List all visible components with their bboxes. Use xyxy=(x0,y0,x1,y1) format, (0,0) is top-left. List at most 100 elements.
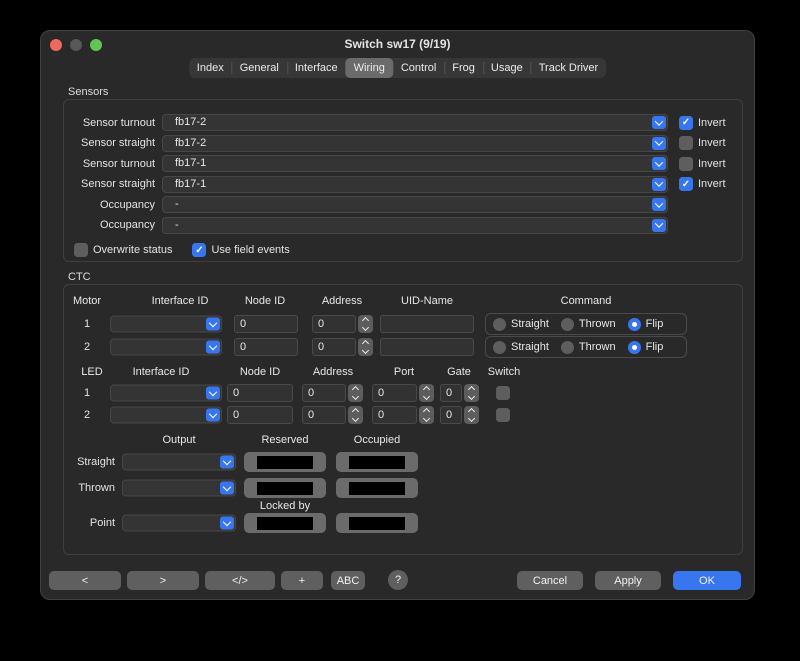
led-address-field[interactable]: 0 xyxy=(302,384,346,402)
overwrite-status-label[interactable]: Overwrite status xyxy=(93,244,172,256)
sensor-turnout-combo[interactable]: fb17-2 xyxy=(162,114,668,131)
motor-address-stepper[interactable] xyxy=(358,338,373,356)
motor-address-field[interactable]: 0 xyxy=(312,315,356,333)
thrown-output-combo[interactable] xyxy=(122,480,236,497)
motor-uid-name-field[interactable] xyxy=(380,338,474,356)
thrown-reserved-display[interactable] xyxy=(244,478,326,498)
led-node-id-field[interactable]: 0 xyxy=(227,384,293,402)
command-flip-radio[interactable] xyxy=(628,341,641,354)
sensor-turnout-combo-2[interactable]: fb17-1 xyxy=(162,155,668,172)
point-locked-by-display[interactable] xyxy=(244,513,326,533)
xml-code-button[interactable]: </> xyxy=(205,571,275,590)
command-flip-label[interactable]: Flip xyxy=(646,318,664,330)
motor-node-id-field[interactable]: 0 xyxy=(234,315,298,333)
tab-usage[interactable]: Usage xyxy=(483,58,531,78)
command-straight-radio[interactable] xyxy=(493,318,506,331)
command-thrown-label[interactable]: Thrown xyxy=(579,318,616,330)
led-port-field[interactable]: 0 xyxy=(372,384,417,402)
straight-output-combo[interactable] xyxy=(122,454,236,471)
chevron-down-icon[interactable] xyxy=(220,517,234,530)
invert-checkbox[interactable] xyxy=(679,157,693,171)
led-gate-field[interactable]: 0 xyxy=(440,406,462,424)
led-port-stepper[interactable] xyxy=(419,406,434,424)
command-straight-radio[interactable] xyxy=(493,341,506,354)
command-thrown-label[interactable]: Thrown xyxy=(579,341,616,353)
chevron-down-icon[interactable] xyxy=(206,318,220,331)
led-address-field[interactable]: 0 xyxy=(302,406,346,424)
command-thrown-radio[interactable] xyxy=(561,318,574,331)
zoom-window-button[interactable] xyxy=(90,39,102,51)
abc-rename-button[interactable]: ABC xyxy=(331,571,365,590)
invert-checkbox[interactable] xyxy=(679,177,693,191)
motor-address-stepper[interactable] xyxy=(358,315,373,333)
cancel-button[interactable]: Cancel xyxy=(517,571,583,590)
chevron-down-icon[interactable] xyxy=(652,198,666,211)
minimize-window-button[interactable] xyxy=(70,39,82,51)
chevron-down-icon[interactable] xyxy=(206,409,220,422)
tab-general[interactable]: General xyxy=(232,58,287,78)
tab-interface[interactable]: Interface xyxy=(287,58,346,78)
chevron-down-icon[interactable] xyxy=(206,341,220,354)
led-gate-stepper[interactable] xyxy=(464,384,479,402)
invert-checkbox-label[interactable]: Invert xyxy=(698,117,726,129)
sensor-straight-combo[interactable]: fb17-2 xyxy=(162,135,668,152)
thrown-occupied-display[interactable] xyxy=(336,478,418,498)
tab-control[interactable]: Control xyxy=(393,58,444,78)
motor-uid-name-field[interactable] xyxy=(380,315,474,333)
straight-reserved-display[interactable] xyxy=(244,452,326,472)
led-switch-checkbox[interactable] xyxy=(496,386,510,400)
command-thrown-radio[interactable] xyxy=(561,341,574,354)
point-occupied-display[interactable] xyxy=(336,513,418,533)
use-field-events-label[interactable]: Use field events xyxy=(211,244,289,256)
command-flip-radio[interactable] xyxy=(628,318,641,331)
chevron-down-icon[interactable] xyxy=(220,482,234,495)
point-output-combo[interactable] xyxy=(122,515,236,532)
use-field-events-checkbox[interactable] xyxy=(192,243,206,257)
led-gate-field[interactable]: 0 xyxy=(440,384,462,402)
invert-checkbox-label[interactable]: Invert xyxy=(698,137,726,149)
sensor-straight-combo-2[interactable]: fb17-1 xyxy=(162,176,668,193)
add-button[interactable]: + xyxy=(281,571,323,590)
led-port-stepper[interactable] xyxy=(419,384,434,402)
invert-checkbox-label[interactable]: Invert xyxy=(698,178,726,190)
motor-node-id-field[interactable]: 0 xyxy=(234,338,298,356)
invert-checkbox-label[interactable]: Invert xyxy=(698,158,726,170)
tab-track-driver[interactable]: Track Driver xyxy=(531,58,606,78)
close-window-button[interactable] xyxy=(50,39,62,51)
command-straight-label[interactable]: Straight xyxy=(511,318,549,330)
led-node-id-field[interactable]: 0 xyxy=(227,406,293,424)
occupancy-combo-1[interactable]: - xyxy=(162,196,668,213)
invert-checkbox[interactable] xyxy=(679,116,693,130)
led-address-stepper[interactable] xyxy=(348,384,363,402)
tab-wiring[interactable]: Wiring xyxy=(346,58,393,78)
led-gate-stepper[interactable] xyxy=(464,406,479,424)
overwrite-status-checkbox[interactable] xyxy=(74,243,88,257)
motor-address-field[interactable]: 0 xyxy=(312,338,356,356)
chevron-down-icon[interactable] xyxy=(652,219,666,232)
led-interface-id-combo[interactable] xyxy=(110,385,222,402)
occupancy-combo-2[interactable]: - xyxy=(162,217,668,234)
led-port-field[interactable]: 0 xyxy=(372,406,417,424)
tab-frog[interactable]: Frog xyxy=(444,58,483,78)
ok-button[interactable]: OK xyxy=(673,571,741,590)
led-switch-checkbox[interactable] xyxy=(496,408,510,422)
motor-interface-id-combo[interactable] xyxy=(110,316,222,333)
previous-object-button[interactable]: < xyxy=(49,571,121,590)
motor-interface-id-combo[interactable] xyxy=(110,339,222,356)
apply-button[interactable]: Apply xyxy=(595,571,661,590)
chevron-down-icon[interactable] xyxy=(220,456,234,469)
tab-index[interactable]: Index xyxy=(189,58,232,78)
help-button[interactable]: ? xyxy=(388,570,408,590)
led-address-stepper[interactable] xyxy=(348,406,363,424)
chevron-down-icon[interactable] xyxy=(652,137,666,150)
chevron-down-icon[interactable] xyxy=(206,387,220,400)
chevron-down-icon[interactable] xyxy=(652,178,666,191)
next-object-button[interactable]: > xyxy=(127,571,199,590)
command-straight-label[interactable]: Straight xyxy=(511,341,549,353)
chevron-down-icon[interactable] xyxy=(652,116,666,129)
led-interface-id-combo[interactable] xyxy=(110,407,222,424)
command-flip-label[interactable]: Flip xyxy=(646,341,664,353)
chevron-down-icon[interactable] xyxy=(652,157,666,170)
invert-checkbox[interactable] xyxy=(679,136,693,150)
straight-occupied-display[interactable] xyxy=(336,452,418,472)
